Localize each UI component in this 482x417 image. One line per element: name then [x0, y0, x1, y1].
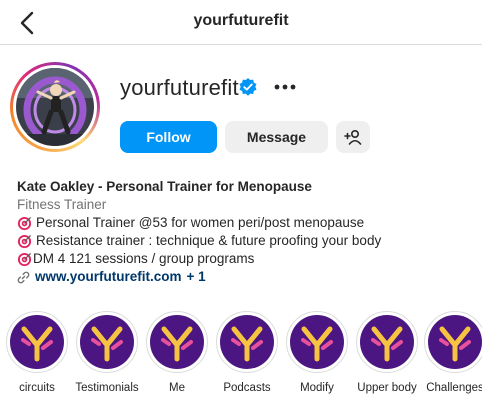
- highlight-label: Podcasts: [223, 382, 271, 394]
- target-emoji-icon: [17, 234, 32, 248]
- verified-badge-icon: [239, 78, 257, 96]
- bio-line-text: Personal Trainer @53 for women peri/post…: [36, 215, 365, 230]
- bio-line: Resistance trainer : technique & future …: [17, 232, 477, 250]
- highlight-cover[interactable]: [76, 311, 138, 373]
- bio-line-text: DM 4 121 sessions / group programs: [33, 251, 255, 266]
- target-emoji-icon: [17, 216, 32, 230]
- bio-line: Personal Trainer @53 for women peri/post…: [17, 214, 477, 232]
- bio-line-text: Resistance trainer : technique & future …: [36, 233, 382, 248]
- follow-button[interactable]: Follow: [120, 121, 217, 153]
- highlight-label: Modify: [300, 382, 334, 394]
- bio-link-text[interactable]: www.yourfuturefit.com: [35, 268, 182, 286]
- highlight-item[interactable]: circuits: [2, 311, 72, 394]
- highlight-item[interactable]: Me: [142, 311, 212, 394]
- highlight-item[interactable]: Modify: [282, 311, 352, 394]
- bio-line: DM 4 121 sessions / group programs: [17, 250, 477, 268]
- message-button[interactable]: Message: [225, 121, 328, 153]
- suggested-users-button[interactable]: [336, 121, 370, 153]
- more-options-icon[interactable]: [273, 77, 297, 97]
- top-bar: yourfuturefit: [0, 0, 482, 45]
- highlight-cover[interactable]: [6, 311, 68, 373]
- page-title: yourfuturefit: [193, 12, 289, 29]
- yf-logo-icon: [301, 326, 333, 362]
- highlight-label: Me: [169, 382, 185, 394]
- profile-avatar-ring[interactable]: [10, 62, 100, 152]
- highlight-cover[interactable]: [146, 311, 208, 373]
- highlight-item[interactable]: Upper body: [352, 311, 422, 394]
- target-emoji-icon: [17, 252, 32, 266]
- highlight-item[interactable]: Challenges: [420, 311, 482, 394]
- highlight-item[interactable]: Podcasts: [212, 311, 282, 394]
- bio-category: Fitness Trainer: [17, 197, 107, 212]
- yf-logo-icon: [21, 326, 53, 362]
- add-user-icon: [344, 129, 362, 145]
- highlight-cover[interactable]: [216, 311, 278, 373]
- yf-logo-icon: [91, 326, 123, 362]
- highlight-cover[interactable]: [424, 311, 482, 373]
- yf-logo-icon: [439, 326, 471, 362]
- avatar: [16, 68, 94, 146]
- highlight-label: Challenges: [426, 382, 482, 394]
- bio-full-name: Kate Oakley - Personal Trainer for Menop…: [17, 179, 312, 194]
- highlight-label: Testimonials: [75, 382, 139, 394]
- link-icon: [17, 271, 30, 283]
- highlight-cover[interactable]: [356, 311, 418, 373]
- highlight-label: circuits: [19, 382, 55, 394]
- yf-logo-icon: [371, 326, 403, 362]
- story-highlights: circuits Testimonials Me Podcasts Modify…: [0, 311, 482, 417]
- highlight-item[interactable]: Testimonials: [72, 311, 142, 394]
- yf-logo-icon: [161, 326, 193, 362]
- bio-website-link[interactable]: www.yourfuturefit.com + 1: [17, 268, 477, 286]
- profile-bio: Kate Oakley - Personal Trainer for Menop…: [17, 178, 477, 286]
- highlight-cover[interactable]: [286, 311, 348, 373]
- bio-link-more[interactable]: + 1: [187, 268, 206, 286]
- yf-logo-icon: [231, 326, 263, 362]
- profile-username: yourfuturefit: [120, 75, 239, 100]
- highlight-label: Upper body: [357, 382, 417, 394]
